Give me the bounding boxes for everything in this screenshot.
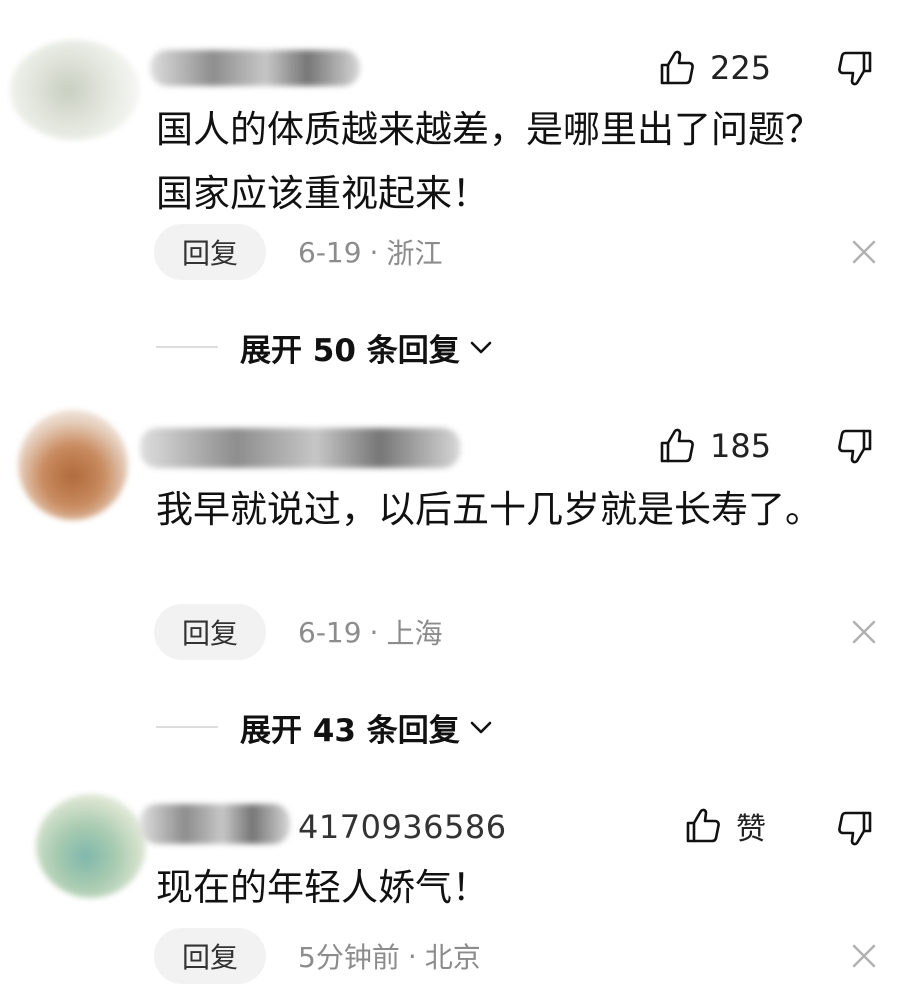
comment-item: 185 我早就说过，以后五十几岁就是长寿了。 回复 6-19 · 上海 展开 4…	[0, 380, 922, 760]
thumbs-down-icon[interactable]	[836, 808, 876, 848]
comment-location: 上海	[386, 617, 443, 650]
like-button[interactable]: 225	[656, 46, 771, 90]
divider	[156, 726, 218, 728]
comment-item: 4170936586 赞 现在的年轻人娇气！ 回复 5分钟前 · 北京	[0, 760, 922, 995]
expand-replies[interactable]: 展开 43 条回复	[156, 702, 496, 752]
avatar[interactable]	[10, 40, 140, 140]
close-icon[interactable]	[848, 236, 880, 268]
comment-meta: 6-19 · 上海	[298, 604, 442, 660]
expand-replies[interactable]: 展开 50 条回复	[156, 322, 496, 372]
like-label: 赞	[736, 812, 766, 847]
meta-separator: ·	[369, 235, 379, 269]
comment-text: 现在的年轻人娇气！	[156, 866, 489, 909]
username-redacted	[140, 804, 290, 844]
comment-date: 6-19	[298, 615, 362, 649]
username-redacted[interactable]	[140, 428, 460, 468]
comment-date: 6-19	[298, 235, 362, 269]
comment-text: 国人的体质越来越差，是哪里出了问题？国家应该重视起来！	[156, 108, 822, 215]
expand-replies-label: 展开 43 条回复	[240, 712, 460, 749]
comment-location: 浙江	[386, 237, 443, 270]
thumbs-up-icon	[660, 50, 694, 85]
reply-button[interactable]: 回复	[154, 604, 266, 660]
thumbs-up-icon	[686, 808, 720, 843]
avatar[interactable]	[18, 410, 128, 520]
reply-button[interactable]: 回复	[154, 928, 266, 984]
meta-separator: ·	[407, 939, 417, 973]
divider	[156, 346, 218, 348]
thumbs-down-icon[interactable]	[836, 48, 876, 88]
comment-meta: 5分钟前 · 北京	[298, 928, 481, 984]
comment-meta: 6-19 · 浙江	[298, 224, 442, 280]
like-button[interactable]: 赞	[682, 804, 766, 848]
comment-text: 我早就说过，以后五十几岁就是长寿了。	[156, 488, 822, 531]
thumbs-down-icon[interactable]	[836, 426, 876, 466]
comment-date: 5分钟前	[298, 941, 400, 974]
expand-replies-label: 展开 50 条回复	[240, 332, 460, 369]
close-icon[interactable]	[848, 616, 880, 648]
thumbs-up-icon	[660, 428, 694, 463]
chevron-down-icon	[470, 721, 492, 734]
meta-separator: ·	[369, 615, 379, 649]
close-icon[interactable]	[848, 940, 880, 972]
like-button[interactable]: 185	[656, 424, 771, 468]
comment-location: 北京	[424, 941, 481, 974]
like-count: 225	[710, 49, 772, 87]
like-count: 185	[710, 427, 772, 465]
avatar[interactable]	[36, 794, 146, 898]
username-redacted[interactable]	[150, 50, 360, 86]
username[interactable]: 4170936586	[298, 808, 507, 846]
comment-item: 225 国人的体质越来越差，是哪里出了问题？国家应该重视起来！ 回复 6-19 …	[0, 0, 922, 380]
reply-button[interactable]: 回复	[154, 224, 266, 280]
chevron-down-icon	[470, 341, 492, 354]
